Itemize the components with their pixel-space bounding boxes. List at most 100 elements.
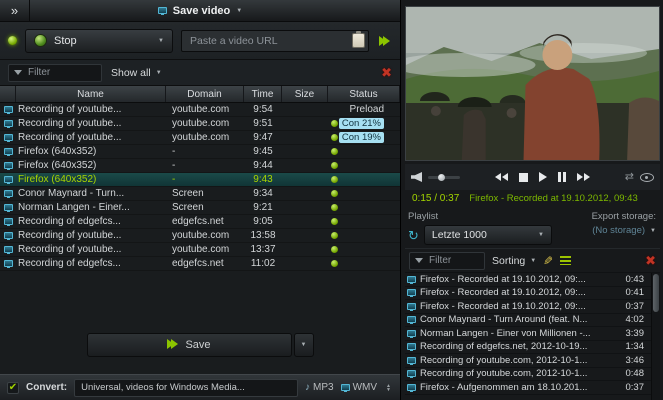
volume-icon[interactable]	[411, 172, 422, 182]
list-item[interactable]: Firefox - Recorded at 19.10.2012, 09:...…	[405, 273, 651, 287]
watch-eye-icon[interactable]	[640, 172, 654, 182]
column-size[interactable]: Size	[282, 86, 328, 102]
column-status[interactable]: Status	[328, 86, 400, 102]
chevron-down-icon[interactable]: ▼	[236, 8, 242, 14]
save-area: Save ▼	[0, 316, 400, 374]
stop-playback-button[interactable]	[518, 172, 528, 182]
list-item[interactable]: Recording of edgefcs.net, 2012-10-19... 1…	[405, 341, 651, 354]
table-row[interactable]: Norman Langen - Einer... Screen 9:21	[0, 201, 400, 215]
row-status	[328, 145, 400, 158]
collapse-panel-button[interactable]: »	[0, 0, 30, 21]
globe-icon	[34, 34, 47, 47]
downloads-table-body: Recording of youtube... youtube.com 9:54 Pr…	[0, 103, 400, 316]
play-button[interactable]	[538, 172, 547, 182]
row-time: 9:47	[253, 132, 273, 143]
table-row[interactable]: Recording of youtube... youtube.com 13:58	[0, 229, 400, 243]
screen-icon	[3, 134, 13, 142]
row-domain: youtube.com	[172, 104, 230, 115]
wmv-toggle[interactable]: WMV	[340, 382, 377, 393]
row-domain: youtube.com	[172, 230, 230, 241]
playlist-filter-input[interactable]	[427, 254, 479, 267]
table-row[interactable]: Conor Maynard - Turn... Screen 9:34	[0, 187, 400, 201]
screen-icon	[3, 120, 13, 128]
volume-slider-thumb[interactable]	[438, 173, 445, 181]
playlist-item-title: Firefox - Recorded at 19.10.2012, 09:...	[420, 300, 586, 312]
table-row[interactable]: Firefox (640x352) - 9:44	[0, 159, 400, 173]
table-row[interactable]: Firefox (640x352) - 9:45	[0, 145, 400, 159]
ready-dot-icon	[331, 134, 338, 141]
paste-icon[interactable]	[352, 30, 365, 48]
ready-dot-icon	[331, 120, 338, 127]
row-time: 9:44	[253, 160, 273, 171]
table-row[interactable]: Recording of edgefcs... edgefcs.net 11:02	[0, 257, 400, 271]
list-item[interactable]: Conor Maynard - Turn Around (feat. N... 4…	[405, 314, 651, 327]
show-all-dropdown[interactable]: Show all ▼	[111, 67, 162, 79]
row-time: 11:02	[250, 258, 276, 269]
download-arrow-button[interactable]	[377, 34, 392, 48]
list-item[interactable]: Norman Langen - Einer von Millionen -...…	[405, 327, 651, 341]
url-input[interactable]	[181, 29, 369, 52]
column-name[interactable]: Name	[16, 86, 166, 102]
list-item[interactable]: Recording of youtube.com, 2012-10-1... 3:…	[405, 354, 651, 368]
clear-list-button[interactable]: ✖	[381, 66, 392, 79]
volume-slider[interactable]	[428, 173, 460, 181]
scrollbar-thumb[interactable]	[653, 274, 659, 312]
now-playing-title: Firefox - Recorded at 19.10.2012, 09:43	[469, 193, 638, 204]
row-name: Recording of youtube...	[18, 132, 122, 143]
forward-button[interactable]	[576, 173, 590, 181]
shuffle-icon[interactable]: ⇄	[625, 171, 634, 183]
row-time: 9:54	[253, 104, 273, 115]
pause-button[interactable]	[557, 172, 566, 182]
ready-dot-icon	[331, 218, 338, 225]
column-time[interactable]: Time	[244, 86, 282, 102]
edit-pencil-icon[interactable]: ✎	[543, 254, 553, 268]
save-button[interactable]: Save	[86, 333, 292, 357]
row-size	[282, 201, 328, 214]
convert-checkbox[interactable]: ✔	[7, 381, 19, 394]
convert-preset-dropdown[interactable]: Universal, videos for Windows Media...	[74, 378, 299, 397]
export-storage-value: (No storage)	[592, 225, 646, 236]
rewind-button[interactable]	[494, 173, 508, 181]
mp3-label: MP3	[313, 382, 334, 393]
clear-playlist-button[interactable]: ✖	[645, 254, 656, 267]
screen-icon	[3, 218, 13, 226]
row-size	[282, 243, 328, 256]
playlist-header: Playlist ↻ Letzte 1000 ▼ Export storage:…	[405, 207, 660, 248]
expand-collapse-button[interactable]: ▲ ▼	[384, 383, 393, 392]
table-row[interactable]: Recording of edgefcs... edgefcs.net 9:05	[0, 215, 400, 229]
playlist-item-title: Conor Maynard - Turn Around (feat. N...	[420, 314, 588, 326]
screen-icon	[407, 356, 416, 365]
table-row[interactable]: Recording of youtube... youtube.com 9:54 Pr…	[0, 103, 400, 117]
table-row[interactable]: Recording of youtube... youtube.com 9:51 Co…	[0, 117, 400, 131]
playlist-scrollbar[interactable]	[651, 273, 660, 400]
export-storage-dropdown[interactable]: (No storage) ▼	[592, 225, 656, 236]
screen-icon	[3, 232, 13, 240]
video-preview[interactable]	[405, 6, 660, 161]
refresh-icon[interactable]: ↻	[408, 229, 419, 242]
playlist-dropdown[interactable]: Letzte 1000 ▼	[423, 225, 552, 245]
list-item[interactable]: Recording of youtube.com, 2012-10-1... 0:…	[405, 368, 651, 381]
row-domain: -	[172, 174, 176, 185]
table-row[interactable]: Recording of youtube... youtube.com 9:47 Co…	[0, 131, 400, 145]
table-row[interactable]: Recording of youtube... youtube.com 13:37	[0, 243, 400, 257]
row-size	[282, 187, 328, 200]
list-item[interactable]: Firefox - Aufgenommen am 18.10.201... 0:3…	[405, 381, 651, 395]
sorting-dropdown[interactable]: Sorting ▼	[492, 255, 536, 267]
list-item[interactable]: Firefox - Recorded at 19.10.2012, 09:...…	[405, 300, 651, 314]
table-row[interactable]: Firefox (640x352) - 9:43	[0, 173, 400, 187]
playlist-item-title: Firefox - Recorded at 19.10.2012, 09:...	[420, 287, 586, 299]
mp3-toggle[interactable]: ♪ MP3	[305, 382, 334, 393]
row-icon-cell	[0, 103, 16, 116]
save-options-button[interactable]: ▼	[293, 333, 314, 357]
downloads-filter-input[interactable]	[26, 66, 96, 79]
transport-buttons	[494, 172, 590, 182]
title-group: Save video ▼	[0, 5, 400, 17]
chevron-down-icon: ▼	[155, 69, 162, 76]
row-domain: edgefcs.net	[172, 258, 224, 269]
list-view-icon[interactable]	[560, 256, 572, 265]
column-domain[interactable]: Domain	[166, 86, 244, 102]
list-item[interactable]: Firefox - Recorded at 19.10.2012, 09:...…	[405, 287, 651, 300]
row-icon-cell	[0, 159, 16, 172]
row-name: Recording of youtube...	[18, 118, 122, 129]
stop-button[interactable]: Stop ▼	[25, 28, 173, 53]
